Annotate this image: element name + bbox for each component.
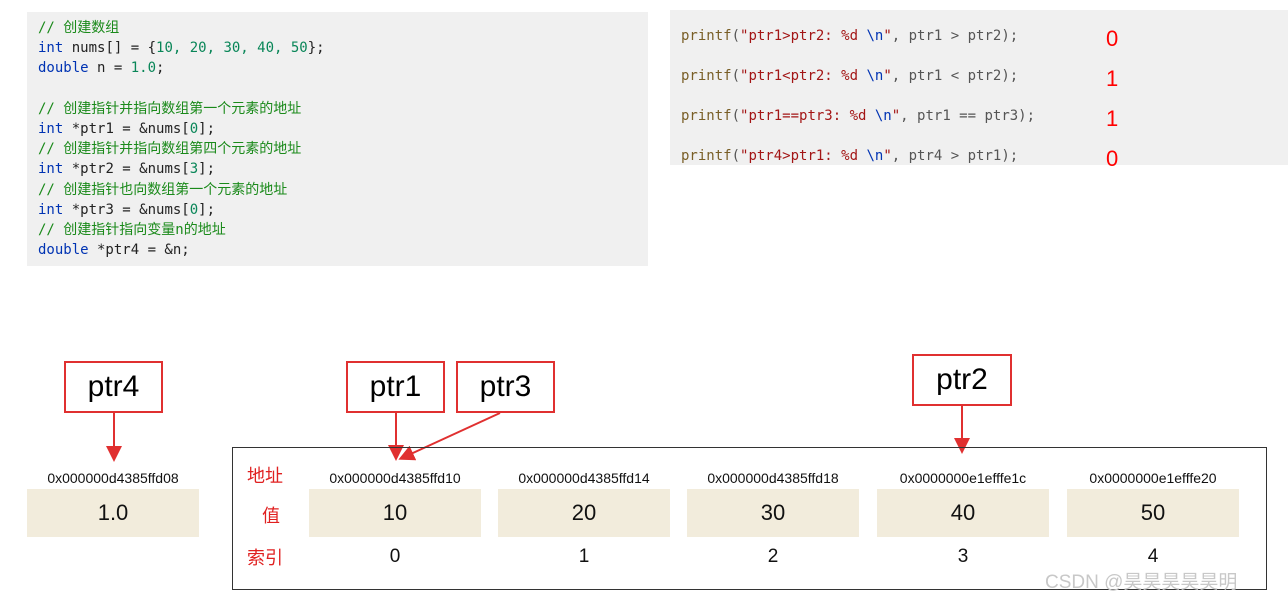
- row-label-value: 值: [262, 506, 280, 526]
- row-label-index: 索引: [247, 548, 283, 568]
- watermark: CSDN @昊昊昊昊昊明: [1045, 572, 1238, 593]
- array-value-cell-4: 50: [1067, 489, 1239, 537]
- array-index-4: 4: [1147, 546, 1159, 567]
- array-address-0: 0x000000d4385ffd10: [329, 470, 461, 486]
- array-index-1: 1: [578, 546, 590, 567]
- array-address-1: 0x000000d4385ffd14: [518, 470, 650, 486]
- array-index-3: 3: [957, 546, 969, 567]
- array-value-cell-0: 10: [309, 489, 481, 537]
- value-cell-n: 1.0: [27, 489, 199, 537]
- array-address-3: 0x0000000e1efffe1c: [899, 470, 1027, 486]
- address-n: 0x000000d4385ffd08: [47, 470, 179, 486]
- row-label-address: 地址: [247, 466, 283, 486]
- array-index-2: 2: [767, 546, 779, 567]
- array-value-cell-3: 40: [877, 489, 1049, 537]
- array-value-cell-2: 30: [687, 489, 859, 537]
- array-address-4: 0x0000000e1efffe20: [1089, 470, 1217, 486]
- array-address-2: 0x000000d4385ffd18: [707, 470, 839, 486]
- array-index-0: 0: [389, 546, 401, 567]
- array-value-cell-1: 20: [498, 489, 670, 537]
